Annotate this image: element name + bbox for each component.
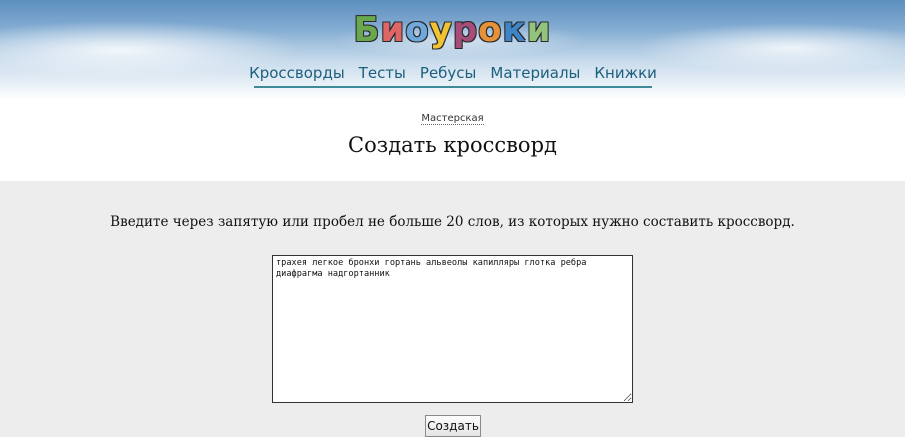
- logo-letter: Б: [353, 10, 381, 50]
- main-nav: Кроссворды Тесты Ребусы Материалы Книжки: [249, 62, 657, 88]
- breadcrumb-link-workshop[interactable]: Мастерская: [421, 113, 484, 125]
- logo-letter: у: [429, 10, 453, 50]
- page-title: Создать кроссворд: [348, 133, 557, 157]
- instructions-text: Введите через запятую или пробел не боль…: [110, 214, 795, 230]
- nav-item-rebuses[interactable]: Ребусы: [420, 62, 477, 86]
- header-banner: Биоуроки Кроссворды Тесты Ребусы Материа…: [0, 0, 905, 100]
- nav-item-books[interactable]: Книжки: [594, 62, 657, 86]
- logo-letter: к: [502, 10, 527, 50]
- logo-letter: и: [526, 10, 552, 50]
- nav-item-crosswords[interactable]: Кроссворды: [249, 62, 345, 86]
- breadcrumb: Мастерская: [0, 112, 905, 126]
- nav-item-materials[interactable]: Материалы: [490, 62, 580, 86]
- words-textarea[interactable]: трахея легкое бронхи гортань альвеолы ка…: [272, 255, 633, 403]
- logo-letter: р: [452, 10, 479, 50]
- logo-letter: и: [380, 10, 406, 50]
- logo-letter: о: [478, 10, 503, 50]
- nav-item-tests[interactable]: Тесты: [359, 62, 406, 86]
- create-button[interactable]: Создать: [425, 415, 481, 437]
- site-logo[interactable]: Биоуроки: [0, 10, 905, 50]
- logo-letter: о: [405, 10, 430, 50]
